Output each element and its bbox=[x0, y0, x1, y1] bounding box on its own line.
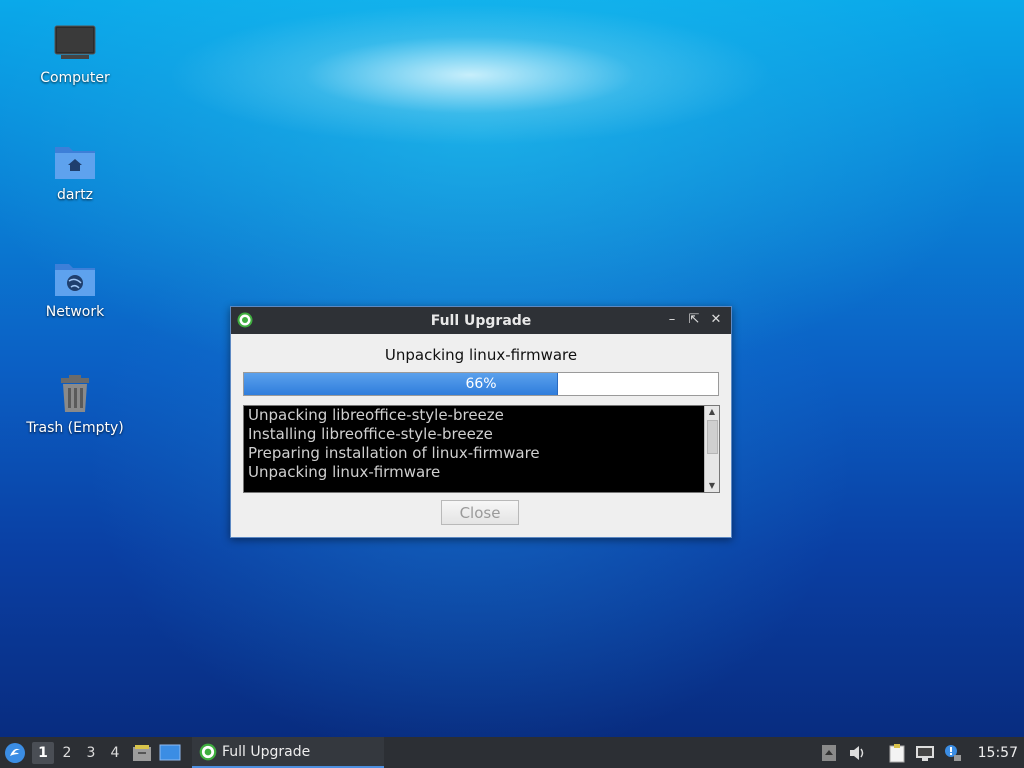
taskbar: 1234 Full Upgrade 15:57 bbox=[0, 737, 1024, 768]
notification-info-icon bbox=[944, 744, 961, 761]
upgrade-log[interactable]: Unpacking libreoffice-style-breeze Instal… bbox=[243, 405, 720, 493]
clipboard-icon bbox=[889, 743, 905, 762]
scroll-thumb[interactable] bbox=[707, 420, 718, 454]
network-folder-icon bbox=[55, 264, 95, 296]
maximize-icon[interactable]: ⇱ bbox=[685, 311, 703, 329]
chevron-up-icon bbox=[821, 744, 836, 761]
log-line: Installing libreoffice-style-breeze bbox=[248, 425, 493, 443]
upgrade-status-text: Unpacking linux-firmware bbox=[384, 346, 578, 364]
quicklaunch-desktop[interactable] bbox=[158, 741, 182, 765]
log-line: Unpacking linux-firmware bbox=[248, 463, 441, 481]
log-line: Unpacking libreoffice-style-breeze bbox=[248, 406, 504, 424]
taskbar-task-full-upgrade[interactable]: Full Upgrade bbox=[192, 737, 384, 768]
full-upgrade-dialog: Full Upgrade – ⇱ ✕ Unpacking linux-firmw… bbox=[230, 306, 732, 538]
clock[interactable]: 15:57 bbox=[978, 745, 1018, 761]
log-scrollbar[interactable]: ▲ ▼ bbox=[704, 406, 719, 492]
system-tray: 15:57 bbox=[818, 737, 1024, 768]
workspace-2[interactable]: 2 bbox=[56, 742, 78, 764]
file-manager-icon bbox=[133, 744, 151, 761]
dialog-title: Full Upgrade bbox=[430, 312, 532, 329]
gear-icon bbox=[237, 312, 253, 328]
workspace-switcher: 1234 bbox=[30, 741, 126, 764]
quicklaunch-files[interactable] bbox=[130, 741, 154, 765]
network-status[interactable] bbox=[914, 742, 936, 764]
task-label: Full Upgrade bbox=[222, 743, 311, 760]
home-folder-icon bbox=[55, 147, 95, 179]
clipboard-manager[interactable] bbox=[886, 742, 908, 764]
minimize-icon[interactable]: – bbox=[663, 311, 681, 329]
workspace-4[interactable]: 4 bbox=[104, 742, 126, 764]
update-notifier[interactable] bbox=[942, 742, 964, 764]
computer-icon bbox=[54, 25, 96, 59]
desktop-icon-network[interactable]: Network bbox=[16, 256, 134, 320]
scroll-down-icon[interactable]: ▼ bbox=[705, 480, 719, 492]
workspace-3[interactable]: 3 bbox=[80, 742, 102, 764]
volume-control[interactable] bbox=[846, 742, 868, 764]
speaker-icon bbox=[849, 745, 863, 760]
desktop-icon-label: Trash (Empty) bbox=[26, 420, 124, 436]
trash-icon bbox=[61, 375, 89, 412]
tray-expand[interactable] bbox=[818, 742, 840, 764]
upgrade-progress-bar: 66% bbox=[243, 372, 719, 396]
show-desktop-icon bbox=[159, 744, 181, 760]
dialog-titlebar[interactable]: Full Upgrade – ⇱ ✕ bbox=[231, 307, 731, 334]
start-menu-button[interactable] bbox=[0, 737, 30, 768]
lxqt-logo-icon bbox=[5, 742, 25, 763]
close-button[interactable]: Close bbox=[441, 500, 519, 525]
network-wired-icon bbox=[915, 745, 934, 761]
desktop-icon-label: dartz bbox=[56, 187, 94, 203]
log-line: Preparing installation of linux-firmware bbox=[248, 444, 540, 462]
desktop-icon-label: Network bbox=[45, 304, 105, 320]
desktop-icon-trash[interactable]: Trash (Empty) bbox=[16, 372, 134, 436]
workspace-1[interactable]: 1 bbox=[32, 741, 54, 764]
desktop-icon-label: Computer bbox=[40, 70, 110, 86]
close-icon[interactable]: ✕ bbox=[707, 311, 725, 329]
log-lines: Unpacking libreoffice-style-breeze Instal… bbox=[248, 406, 703, 482]
progress-percent: 66% bbox=[465, 376, 497, 392]
scroll-up-icon[interactable]: ▲ bbox=[705, 406, 719, 418]
desktop-icon-home[interactable]: dartz bbox=[16, 139, 134, 203]
gear-icon bbox=[199, 743, 217, 760]
desktop-icon-computer[interactable]: Computer bbox=[16, 22, 134, 86]
